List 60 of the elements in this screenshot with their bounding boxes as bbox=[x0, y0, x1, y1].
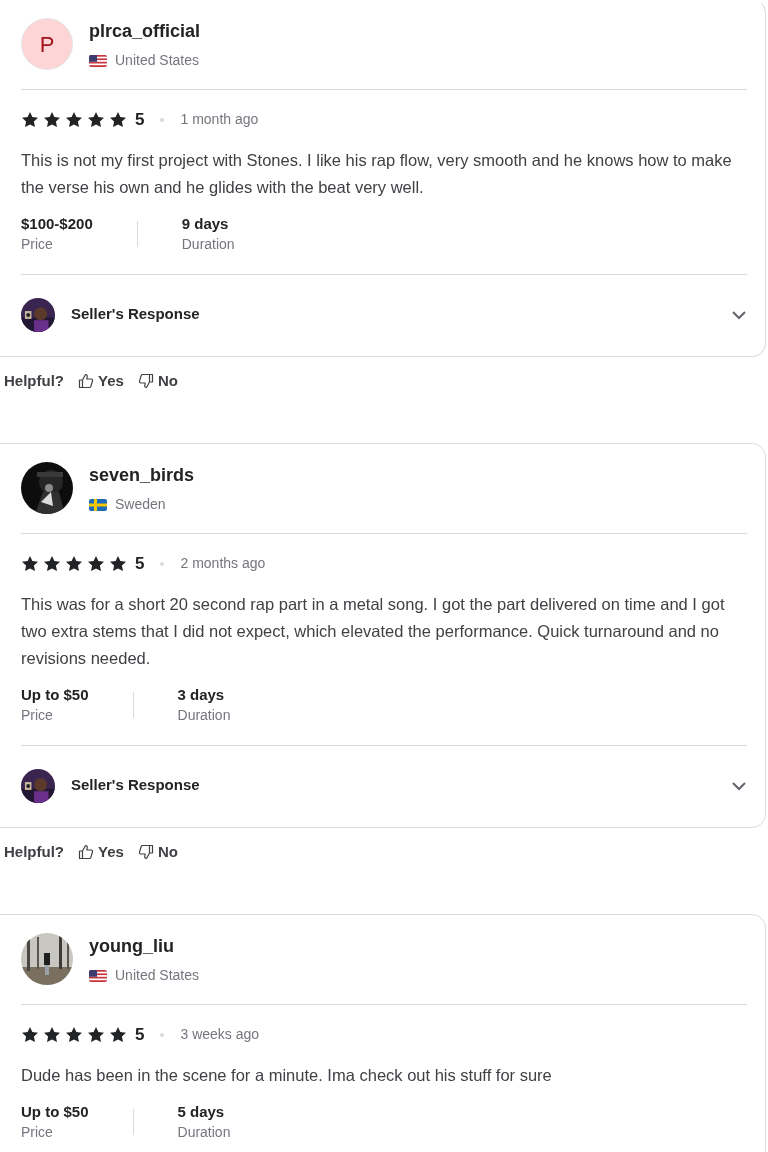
price-label: Price bbox=[21, 1122, 54, 1142]
username: plrca_official bbox=[89, 20, 201, 42]
username: young_liu bbox=[89, 935, 175, 957]
helpful-label: Helpful? bbox=[4, 841, 64, 862]
review-text: Dude has been in the scene for a minute. Ima check out his stuff for sure bbox=[21, 1064, 553, 1086]
star-icon bbox=[43, 1025, 61, 1044]
duration-label: Duration bbox=[181, 234, 235, 254]
seller-response-label: Seller's Response bbox=[71, 304, 201, 325]
flag-icon bbox=[89, 54, 107, 67]
no-button[interactable]: No bbox=[137, 369, 178, 392]
price-label: Price bbox=[21, 234, 54, 254]
review-text: This is not my first project with Stones. I like his rap flow, very smooth and he knows how to make the verse his own and he glides with the beat very well. bbox=[21, 149, 733, 198]
star-icon bbox=[21, 110, 39, 129]
star-icon bbox=[65, 554, 83, 573]
thumbs-up-icon bbox=[78, 843, 94, 860]
star-icon bbox=[43, 110, 61, 129]
star-icon bbox=[109, 110, 127, 129]
yes-button[interactable]: Yes bbox=[78, 369, 124, 392]
thumbs-down-icon bbox=[137, 372, 154, 389]
review-text: This was for a short 20 second rap part in a metal song. I got the part delivered on time and I got two extra stems that I did not expect, which elevated the performance. Quick turnaround and no revisions needed. bbox=[21, 593, 726, 669]
star-icon bbox=[87, 554, 105, 573]
rating-value: 5 bbox=[135, 109, 145, 131]
no-button[interactable]: No bbox=[137, 840, 178, 863]
avatar: P bbox=[21, 18, 73, 70]
star-icon bbox=[87, 110, 105, 129]
duration-value: 9 days bbox=[181, 213, 230, 234]
seller-response-label: Seller's Response bbox=[71, 775, 201, 796]
review-time: 1 month ago bbox=[180, 110, 259, 130]
price-label: Price bbox=[21, 705, 54, 725]
star-icon bbox=[43, 554, 61, 573]
price-value: Up to $50 bbox=[21, 1101, 89, 1122]
flag-icon bbox=[89, 498, 107, 511]
rating-value: 5 bbox=[135, 1024, 145, 1046]
star-icon bbox=[109, 1025, 127, 1044]
star-icon bbox=[21, 1025, 39, 1044]
country-name: United States bbox=[115, 966, 200, 985]
duration-label: Duration bbox=[177, 705, 231, 725]
star-icon bbox=[65, 1025, 83, 1044]
username: seven_birds bbox=[89, 464, 195, 486]
duration-value: 5 days bbox=[177, 1101, 226, 1122]
star-icon bbox=[109, 554, 127, 573]
review-time: 2 months ago bbox=[180, 554, 266, 574]
price-value: Up to $50 bbox=[21, 684, 89, 705]
country-name: Sweden bbox=[115, 495, 166, 514]
thumbs-down-icon bbox=[137, 843, 154, 860]
star-icon bbox=[65, 110, 83, 129]
duration-value: 3 days bbox=[177, 684, 226, 705]
duration-label: Duration bbox=[177, 1122, 231, 1142]
price-value: $100-$200 bbox=[21, 213, 93, 234]
flag-icon bbox=[89, 969, 107, 982]
helpful-label: Helpful? bbox=[4, 370, 64, 391]
star-icon bbox=[21, 554, 39, 573]
country-name: United States bbox=[115, 51, 200, 70]
chevron-icon[interactable] bbox=[731, 780, 747, 791]
review-time: 3 weeks ago bbox=[180, 1025, 260, 1045]
chevron-icon[interactable] bbox=[731, 309, 747, 320]
rating-value: 5 bbox=[135, 553, 145, 575]
yes-button[interactable]: Yes bbox=[78, 840, 124, 863]
star-icon bbox=[87, 1025, 105, 1044]
thumbs-up-icon bbox=[78, 372, 94, 389]
